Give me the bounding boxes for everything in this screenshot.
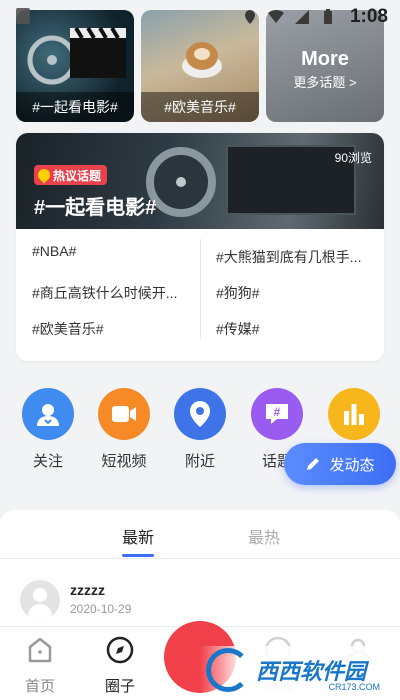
nav-label: 首页 [24, 678, 55, 695]
watermark-subtext: CR173.COM [328, 682, 380, 692]
nav-circle[interactable]: 圈子 [90, 635, 150, 696]
location-icon [174, 388, 226, 440]
signal-icon [294, 10, 309, 24]
status-bar: 1:08 [0, 0, 400, 34]
battery-icon [323, 9, 332, 24]
shortcut-follow[interactable]: 关注 [20, 388, 76, 471]
post-dynamic-button[interactable]: 发动态 [284, 443, 396, 485]
watermark: 西西软件园 CR173.COM [200, 646, 390, 694]
topic-link[interactable]: #大熊猫到底有几根手... [216, 247, 372, 267]
film-reel-image [146, 147, 216, 217]
more-topics-link[interactable]: 更多话题 > [266, 72, 384, 91]
video-icon [98, 388, 150, 440]
feed-tabs: 最新 最热 [0, 510, 400, 558]
svg-text:#: # [274, 405, 281, 419]
topic-card-label: #一起看电影# [16, 92, 134, 122]
shortcut-label: 关注 [32, 453, 63, 470]
flame-icon [35, 166, 53, 184]
shortcut-label: 附近 [184, 453, 215, 470]
nav-label: 圈子 [104, 678, 135, 695]
post-username[interactable]: zzzzz [70, 582, 105, 598]
active-tab-indicator [122, 554, 154, 557]
hot-topic-panel: 90浏览 热议话题 #一起看电影# #NBA# #大熊猫到底有几根手... #商… [16, 133, 384, 361]
fab-label: 发动态 [329, 456, 375, 474]
shortcut-nearby[interactable]: 附近 [172, 388, 228, 471]
hot-topic-banner[interactable]: 90浏览 热议话题 #一起看电影# [16, 133, 384, 229]
view-count: 90浏览 [334, 151, 372, 165]
topic-link[interactable]: #商丘高铁什么时候开... [32, 283, 192, 303]
pencil-icon [307, 458, 320, 470]
nav-home[interactable]: 首页 [10, 635, 70, 696]
hot-topic-badge: 热议话题 [34, 165, 108, 185]
topic-link[interactable]: #狗狗# [216, 283, 372, 303]
bottom-nav: 首页 圈子 消息 我的 西西软件园 CR173.COM [0, 621, 400, 700]
shortcut-label: 短视频 [101, 453, 147, 470]
notification-icon [16, 8, 30, 24]
status-time: 1:08 [349, 6, 388, 27]
column-divider [200, 239, 201, 339]
topic-link[interactable]: #传媒# [216, 319, 372, 339]
divider [0, 558, 400, 559]
tab-latest[interactable]: 最新 [122, 524, 154, 548]
more-title: More [301, 48, 349, 70]
topic-card-label: #欧美音乐# [141, 92, 259, 122]
follow-icon [22, 388, 74, 440]
topic-link[interactable]: #欧美音乐# [32, 319, 192, 339]
status-icons: 1:08 [242, 6, 388, 28]
hashtag-icon: # [251, 388, 303, 440]
hot-badge-label: 热议话题 [53, 168, 102, 183]
location-status-icon [244, 10, 255, 24]
shortcut-video[interactable]: 短视频 [96, 388, 152, 471]
app-screen: 1:08 #一起看电影# #欧美音乐# More 更多话题 > 90浏览 热议话… [0, 0, 400, 700]
home-icon [28, 637, 52, 663]
wifi-icon [267, 9, 284, 23]
tab-hottest[interactable]: 最热 [248, 524, 280, 548]
topic-link[interactable]: #NBA# [32, 243, 192, 259]
post-date: 2020-10-29 [70, 602, 132, 616]
avatar[interactable] [20, 580, 60, 620]
hot-topic-title: #一起看电影# [34, 197, 157, 219]
compass-icon [106, 636, 134, 664]
post-header[interactable]: zzzzz 2020-10-29 [20, 580, 380, 624]
hot-topic-list: #NBA# #大熊猫到底有几根手... #商丘高铁什么时候开... #狗狗# #… [16, 229, 384, 361]
coffee-cup-image [182, 42, 222, 78]
watermark-logo-icon [206, 648, 250, 692]
chart-icon [328, 388, 380, 440]
shortcut-ranking[interactable] [326, 388, 382, 450]
